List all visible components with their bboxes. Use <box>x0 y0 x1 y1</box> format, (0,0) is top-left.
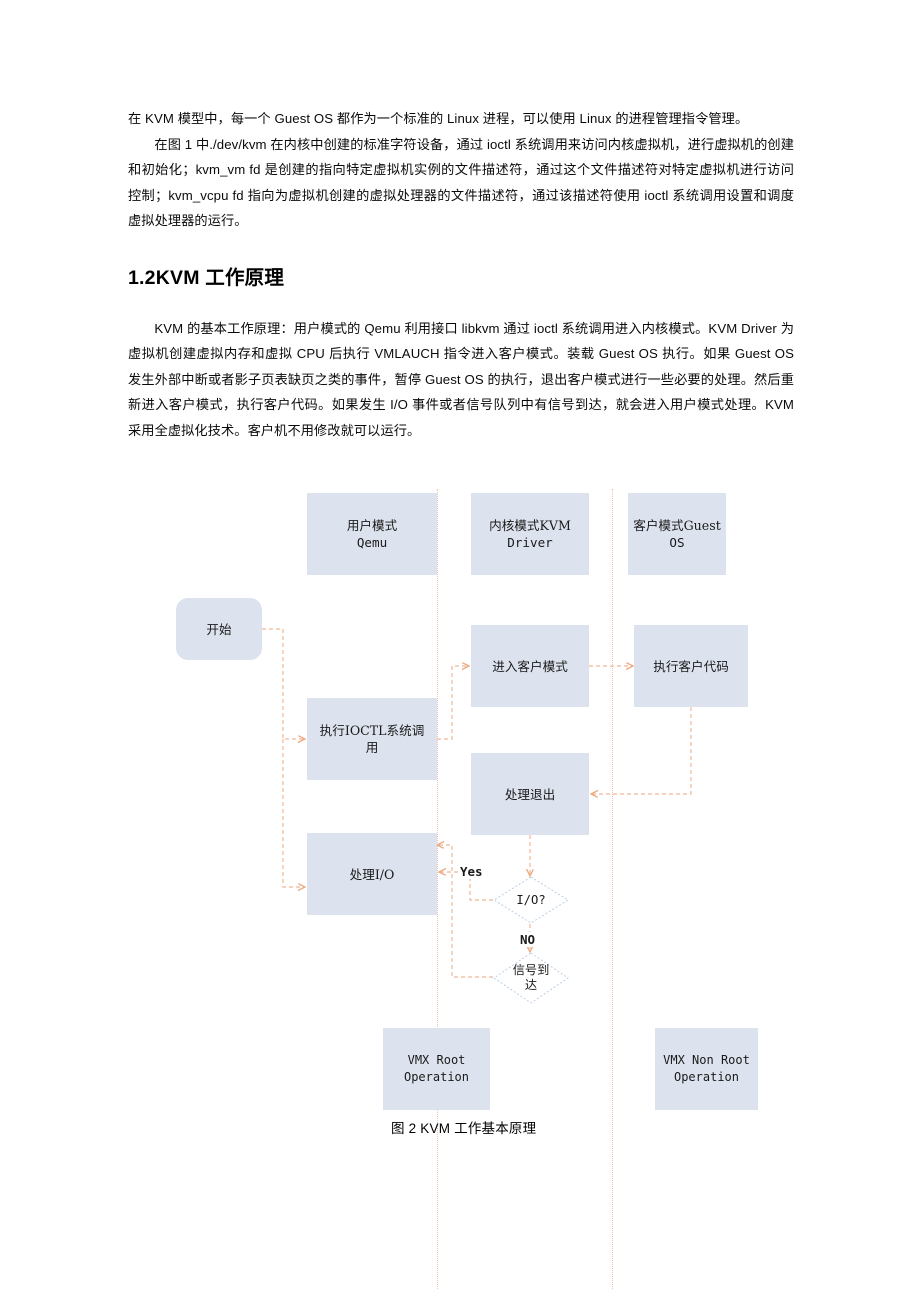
node-vmx-root-operation-line1: VMX Root <box>407 1053 466 1067</box>
paragraph-2: 在图 1 中./dev/kvm 在内核中创建的标准字符设备，通过 ioctl 系… <box>128 136 794 229</box>
figure-caption: 图 2 KVM 工作基本原理 <box>391 1121 537 1136</box>
document-page: 在 KVM 模型中，每一个 Guest OS 都作为一个标准的 Linux 进程… <box>0 0 920 1302</box>
node-enter-guest-mode: 进入客户模式 <box>471 625 589 707</box>
lane-divider-right <box>612 489 613 1289</box>
node-kernel-mode-kvm-driver: 内核模式KVM Driver <box>471 493 589 575</box>
node-guest-mode-guest-os: 客户模式Guest OS <box>628 493 726 575</box>
node-exec-guest-code-label: 执行客户代码 <box>653 658 729 674</box>
node-vmx-non-root-operation: VMX Non Root Operation <box>655 1028 758 1110</box>
decision-signal-arrival-line2: 达 <box>524 978 538 992</box>
node-exec-ioctl-syscall-line2: 用 <box>365 740 379 755</box>
node-guest-mode-guest-os-line1: 客户模式Guest <box>633 518 721 533</box>
node-handle-exit: 处理退出 <box>471 753 589 835</box>
node-kernel-mode-kvm-driver-line1: 内核模式KVM <box>489 518 571 533</box>
spacer-after-heading <box>128 292 794 316</box>
node-kernel-mode-kvm-driver-line2: Driver <box>507 535 553 550</box>
node-exec-ioctl-syscall: 执行IOCTL系统调 用 <box>307 698 437 780</box>
node-start-label: 开始 <box>206 621 232 637</box>
decision-signal-arrival-line1: 信号到 <box>512 963 550 977</box>
decision-io-label: I/O? <box>516 892 546 907</box>
node-exec-guest-code: 执行客户代码 <box>634 625 748 707</box>
node-vmx-non-root-operation-line2: Operation <box>673 1070 739 1084</box>
node-vmx-root-operation-line2: Operation <box>403 1070 470 1084</box>
node-vmx-non-root-operation-line1: VMX Non Root <box>663 1053 750 1067</box>
paragraph-3: KVM 的基本工作原理：用户模式的 Qemu 利用接口 libkvm 通过 io… <box>128 320 794 438</box>
edge-label-yes: Yes <box>458 864 485 879</box>
section-heading: 1.2KVM 工作原理 <box>128 266 285 289</box>
decision-signal-arrival: 信号到 达 <box>493 952 569 1004</box>
node-handle-exit-label: 处理退出 <box>504 786 556 802</box>
spacer-before-heading <box>128 234 794 264</box>
node-vmx-root-operation: VMX Root Operation <box>383 1028 490 1110</box>
edge-label-no: NO <box>518 932 538 947</box>
node-handle-io: 处理I/O <box>307 833 437 915</box>
lane-divider-left <box>437 489 438 1289</box>
node-handle-io-label: 处理I/O <box>349 866 395 882</box>
node-start: 开始 <box>176 598 262 660</box>
node-user-mode-qemu-line1: 用户模式 <box>346 518 398 533</box>
node-user-mode-qemu-line2: Qemu <box>356 535 388 550</box>
node-user-mode-qemu: 用户模式 Qemu <box>307 493 437 575</box>
node-exec-ioctl-syscall-line1: 执行IOCTL系统调 <box>319 723 425 738</box>
node-guest-mode-guest-os-line2: OS <box>669 535 685 550</box>
node-enter-guest-mode-label: 进入客户模式 <box>492 658 568 674</box>
text-column: 在 KVM 模型中，每一个 Guest OS 都作为一个标准的 Linux 进程… <box>128 106 794 443</box>
paragraph-1: 在 KVM 模型中，每一个 Guest OS 都作为一个标准的 Linux 进程… <box>128 111 749 126</box>
decision-io: I/O? <box>493 876 569 924</box>
